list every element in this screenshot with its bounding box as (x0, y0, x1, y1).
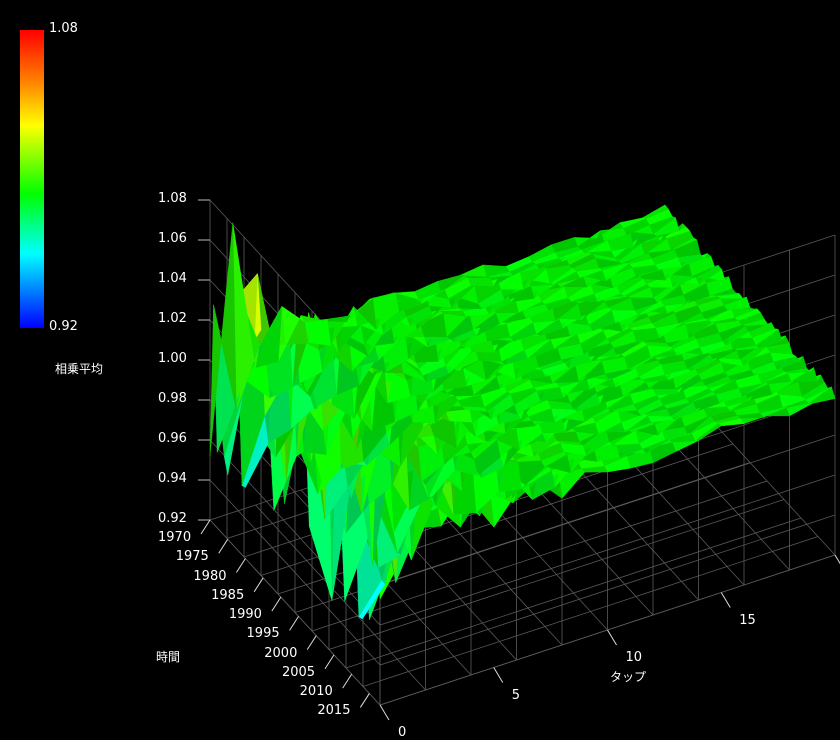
time-tick-label: 2010 (299, 684, 333, 700)
tap-axis-title: タップ (610, 670, 647, 684)
z-tick-label: 0.92 (158, 511, 187, 526)
time-tick-label: 1980 (193, 568, 227, 584)
time-tick-label: 2005 (281, 664, 316, 680)
time-tick-label: 2000 (264, 645, 298, 661)
tap-tick-label: 10 (625, 650, 643, 665)
z-tick-label: 1.06 (158, 231, 187, 246)
colorbar (20, 30, 44, 328)
z-axis-title: 相乗平均 (55, 362, 104, 376)
z-tick-label: 1.04 (158, 271, 187, 286)
time-tick-label: 1995 (246, 626, 280, 642)
time-tick-label: 1985 (211, 587, 245, 603)
tap-tick-label: 15 (739, 612, 756, 628)
tap-tick-label: 0 (398, 725, 407, 740)
time-tick-mark (359, 693, 370, 708)
time-tick-mark (200, 519, 211, 535)
z-tick-label: 0.96 (158, 431, 187, 446)
colorbar-max-label: 1.08 (49, 21, 78, 36)
tap-tick-label: 5 (511, 687, 521, 703)
time-tick-mark (324, 654, 335, 670)
surface-plot (20, 30, 840, 721)
tap-tick-mark (379, 704, 390, 721)
tap-tick-mark (720, 592, 731, 608)
time-tick-mark (235, 558, 246, 573)
surface-patch (466, 277, 494, 286)
time-tick-mark (342, 673, 353, 689)
surface-patch (671, 440, 699, 452)
plot-area: 1.08 0.92 相乗平均 時間 タップ 1.08 1.06 1.04 1.02 1.… (0, 0, 840, 740)
tap-tick-mark (607, 629, 617, 646)
surface-patch (300, 315, 328, 323)
z-tick-label: 1.00 (158, 351, 187, 366)
time-tick-label: 2015 (317, 703, 351, 719)
z-tick-label: 0.98 (158, 391, 187, 406)
time-tick-mark (271, 596, 282, 612)
colorbar-min-label: 0.92 (49, 319, 78, 334)
time-tick-mark (218, 539, 229, 554)
time-tick-mark (289, 616, 299, 631)
time-tick-label: 1975 (175, 549, 209, 565)
time-tick-label: 1990 (228, 607, 262, 623)
tap-tick-mark (493, 667, 504, 683)
time-tick-mark (306, 635, 317, 650)
surface-patch (459, 264, 487, 277)
z-tick-label: 1.08 (158, 191, 187, 206)
surface-patch (323, 315, 351, 323)
time-tick-label: 1970 (158, 530, 192, 545)
tap-tick-mark (834, 554, 840, 565)
z-tick-label: 0.94 (158, 471, 187, 486)
time-tick-mark (253, 577, 264, 593)
surface-patch (552, 431, 580, 443)
z-tick-label: 1.02 (158, 311, 187, 326)
time-axis-title: 時間 (156, 650, 181, 664)
